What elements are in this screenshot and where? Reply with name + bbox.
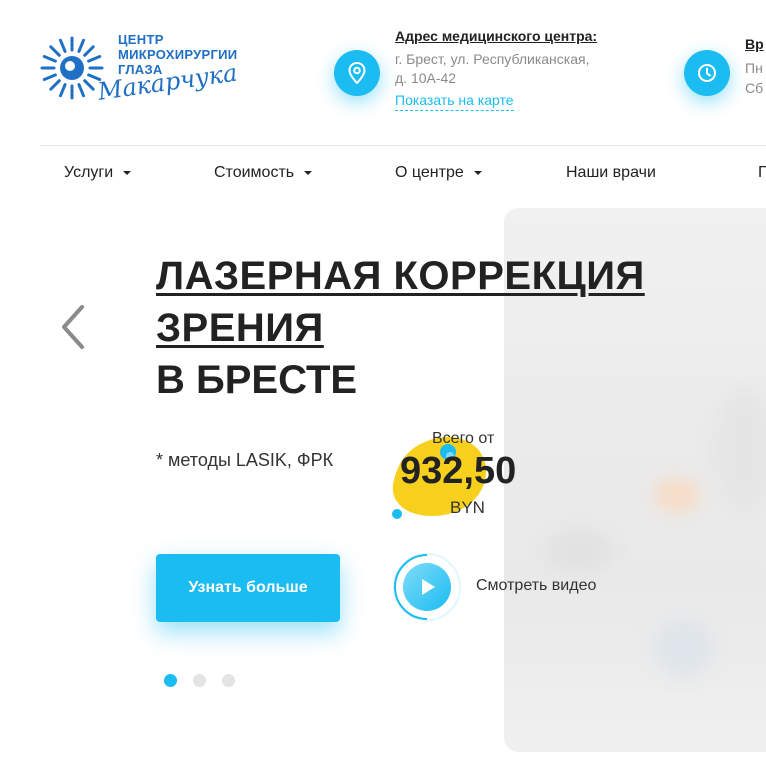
play-video-button[interactable] (392, 552, 462, 622)
hours-title: Вр (745, 36, 764, 52)
price-block: Всего от 932,50 BYN (388, 430, 558, 525)
hero-image-detail (544, 528, 614, 574)
watch-video-link[interactable]: Смотреть видео (476, 577, 596, 595)
chevron-left-icon[interactable] (58, 303, 88, 351)
clock-icon (698, 64, 716, 82)
slider-dot-2[interactable] (193, 674, 206, 687)
hero-title-line-2: ЗРЕНИЯ (156, 306, 324, 350)
hero-subtitle: В БРЕСТЕ (156, 358, 358, 402)
nav-item-label: О центре (395, 164, 464, 181)
logo-line-1: ЦЕНТР (118, 32, 164, 47)
slider-dot-3[interactable] (222, 674, 235, 687)
nav-item-label: Г (758, 164, 766, 181)
price-value: 932,50 (400, 450, 517, 492)
eye-logo-icon (40, 36, 104, 100)
nav-item-label: Наши врачи (566, 164, 656, 181)
location-button[interactable] (334, 50, 380, 96)
nav-item-doctors[interactable]: Наши врачи (566, 164, 656, 182)
learn-more-button[interactable]: Узнать больше (156, 554, 340, 622)
price-prefix: Всего от (432, 430, 495, 447)
caret-down-icon (304, 171, 313, 175)
price-currency: BYN (450, 498, 485, 517)
address-text: г. Брест, ул. Республиканская, д. 10А-42 (395, 50, 635, 88)
address-line-2: д. 10А-42 (395, 70, 457, 86)
map-pin-icon (348, 62, 366, 84)
hero-image-detail (654, 478, 700, 512)
nav-item-more[interactable]: Г (758, 164, 766, 182)
hours-button[interactable] (684, 50, 730, 96)
show-on-map-link[interactable]: Показать на карте (395, 92, 514, 111)
nav-item-prices[interactable]: Стоимость (214, 164, 313, 182)
address-line-1: г. Брест, ул. Республиканская, (395, 51, 590, 67)
caret-down-icon (473, 171, 482, 175)
slider-dot-1[interactable] (164, 674, 177, 687)
hero-methods: * методы LASIK, ФРК (156, 450, 334, 470)
caret-down-icon (123, 171, 132, 175)
hero-image-detail (714, 388, 766, 508)
main-nav: Услуги Стоимость О центре Наши врачи Г (0, 164, 766, 188)
nav-item-about[interactable]: О центре (395, 164, 482, 182)
nav-item-services[interactable]: Услуги (64, 164, 132, 182)
site-logo[interactable]: ЦЕНТР МИКРОХИРУРГИИ ГЛАЗА Макарчука (40, 32, 250, 114)
hours-line-2: Сб (745, 80, 764, 96)
nav-item-label: Стоимость (214, 164, 295, 181)
hero-title[interactable]: ЛАЗЕРНАЯ КОРРЕКЦИЯ ЗРЕНИЯ (156, 250, 645, 354)
slider-dots (164, 674, 235, 687)
address-block: Адрес медицинского центра: г. Брест, ул.… (395, 28, 635, 111)
hero-image-detail (654, 618, 714, 678)
hero-title-line-1: ЛАЗЕРНАЯ КОРРЕКЦИЯ (156, 254, 645, 298)
hours-line-1: Пн (745, 60, 763, 76)
hours-block: Вр Пн Сб (745, 36, 764, 98)
nav-item-label: Услуги (64, 164, 114, 181)
header-divider (40, 145, 766, 146)
address-title: Адрес медицинского центра: (395, 28, 598, 44)
